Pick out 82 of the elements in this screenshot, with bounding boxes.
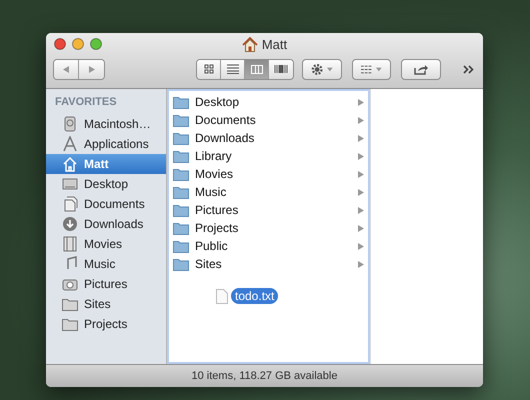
disclosure-arrow-icon xyxy=(358,116,364,124)
sidebar-heading: FAVORITES xyxy=(54,95,118,110)
folder-icon xyxy=(173,222,189,234)
sidebar-item[interactable]: Projects xyxy=(46,314,166,334)
forward-button[interactable] xyxy=(79,60,104,78)
back-arrow-icon xyxy=(63,66,69,72)
folder-icon xyxy=(173,240,189,252)
sidebar-item[interactable]: Downloads xyxy=(46,214,166,234)
arrange-menu-button[interactable] xyxy=(352,58,391,80)
window-control-icon[interactable] xyxy=(72,38,84,50)
window-title: Matt xyxy=(262,36,288,52)
sidebar-item[interactable]: Pictures xyxy=(46,274,166,294)
folder-icon xyxy=(173,132,189,144)
sidebar-item[interactable]: Documents xyxy=(46,194,166,214)
sidebar-item[interactable]: Macintosh… xyxy=(46,114,166,134)
caret-icon xyxy=(376,66,382,72)
folder-icon xyxy=(62,316,78,332)
folder-icon xyxy=(173,168,189,180)
document-icon xyxy=(216,288,228,304)
folder-icon xyxy=(173,114,189,126)
disclosure-arrow-icon xyxy=(358,224,364,232)
disclosure-arrow-icon xyxy=(358,98,364,106)
folder-row[interactable]: Desktop xyxy=(169,93,368,111)
disclosure-arrow-icon xyxy=(358,242,364,250)
home-icon xyxy=(62,156,78,172)
folder-icon xyxy=(62,296,78,312)
download-icon xyxy=(62,216,78,232)
folder-row[interactable]: Projects xyxy=(169,219,368,237)
disclosure-arrow-icon xyxy=(358,188,364,196)
gear-icon xyxy=(311,62,324,76)
folder-icon xyxy=(173,150,189,162)
share-icon xyxy=(414,64,428,74)
view-mode-control[interactable] xyxy=(196,58,294,80)
sidebar-item[interactable]: Movies xyxy=(46,234,166,254)
sidebar-item[interactable]: Music xyxy=(46,254,166,274)
disclosure-arrow-icon xyxy=(358,134,364,142)
applications-icon xyxy=(62,136,78,152)
view-mode-button[interactable] xyxy=(221,60,245,78)
view-mode-button[interactable] xyxy=(269,60,293,78)
list-view-icon xyxy=(226,64,238,74)
status-text: 10 items, 118.27 GB available xyxy=(192,370,338,382)
home-icon xyxy=(242,36,258,52)
folder-row[interactable]: Public xyxy=(169,237,368,255)
chevron-icon[interactable] xyxy=(463,64,475,74)
folder-icon xyxy=(173,96,189,108)
sidebar-item[interactable]: Desktop xyxy=(46,174,166,194)
folder-row[interactable]: Pictures xyxy=(169,201,368,219)
share-button[interactable] xyxy=(401,58,441,80)
documents-icon xyxy=(62,196,78,212)
folder-row[interactable]: Sites xyxy=(169,255,368,273)
window-control-icon[interactable] xyxy=(90,38,102,50)
sidebar-item[interactable]: Sites xyxy=(46,294,166,314)
hard-drive-icon xyxy=(62,116,78,132)
forward-arrow-icon xyxy=(88,66,94,72)
sidebar-item[interactable]: Applications xyxy=(46,134,166,154)
folder-row[interactable]: Movies xyxy=(169,165,368,183)
icon-view-icon xyxy=(204,64,214,74)
folder-row[interactable]: Downloads xyxy=(169,129,368,147)
folder-icon xyxy=(173,204,189,216)
caret-icon xyxy=(327,66,333,72)
cover-flow-icon xyxy=(274,64,288,74)
disclosure-arrow-icon xyxy=(358,152,364,160)
folder-row[interactable]: Documents xyxy=(169,111,368,129)
disclosure-arrow-icon xyxy=(358,260,364,268)
folder-row[interactable]: Library xyxy=(169,147,368,165)
view-mode-button[interactable] xyxy=(197,60,221,78)
back-button[interactable] xyxy=(54,60,79,78)
view-mode-button[interactable] xyxy=(245,60,269,78)
folder-row[interactable]: Music xyxy=(169,183,368,201)
folder-icon xyxy=(173,258,189,270)
file-name[interactable]: todo.txt xyxy=(231,288,278,304)
disclosure-arrow-icon xyxy=(358,170,364,178)
grid-icon xyxy=(361,64,372,74)
action-menu-button[interactable] xyxy=(302,58,342,80)
folder-icon xyxy=(173,186,189,198)
back-forward-control[interactable] xyxy=(53,58,105,80)
desktop-icon xyxy=(62,176,78,192)
film-icon xyxy=(62,236,78,252)
column-view-icon xyxy=(250,64,262,74)
disclosure-arrow-icon xyxy=(358,206,364,214)
window-control-icon[interactable] xyxy=(54,38,66,50)
sidebar-item[interactable]: Matt xyxy=(46,154,166,174)
